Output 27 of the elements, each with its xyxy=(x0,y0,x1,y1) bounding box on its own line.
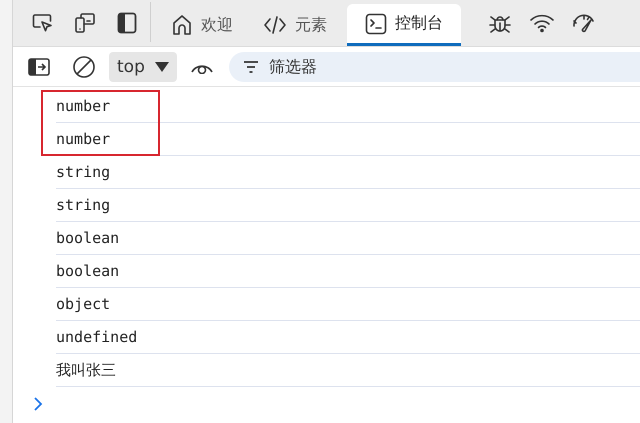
code-icon xyxy=(263,15,287,35)
gauge-icon[interactable] xyxy=(571,12,597,34)
console-icon xyxy=(365,12,387,34)
clear-icon[interactable] xyxy=(72,54,96,78)
inspect-icon[interactable] xyxy=(32,13,54,33)
device-icon[interactable] xyxy=(74,12,96,34)
tab[interactable]: 元素 xyxy=(253,4,337,46)
context-dropdown[interactable]: top xyxy=(109,52,177,82)
tab[interactable]: 控制台 xyxy=(347,4,461,46)
log-message: boolean xyxy=(56,229,120,247)
sidebar-icon[interactable] xyxy=(28,58,50,76)
log-message: boolean xyxy=(56,262,120,280)
log-message: number xyxy=(56,130,110,148)
filter-field[interactable]: 筛选器 xyxy=(228,52,640,82)
caret-icon xyxy=(154,62,169,72)
log-message: undefined xyxy=(56,328,138,346)
log-message: string xyxy=(56,163,110,181)
home-icon xyxy=(171,14,193,36)
filter-icon xyxy=(242,60,259,72)
prompt-icon xyxy=(33,397,43,411)
log-message: number xyxy=(56,97,110,115)
log-message: string xyxy=(56,196,110,214)
panel-icon[interactable] xyxy=(117,12,137,34)
wifi-icon[interactable] xyxy=(529,13,555,33)
tab[interactable]: 欢迎 xyxy=(161,4,243,46)
log-message: 我叫张三 xyxy=(56,360,116,380)
log-message: object xyxy=(56,295,110,313)
